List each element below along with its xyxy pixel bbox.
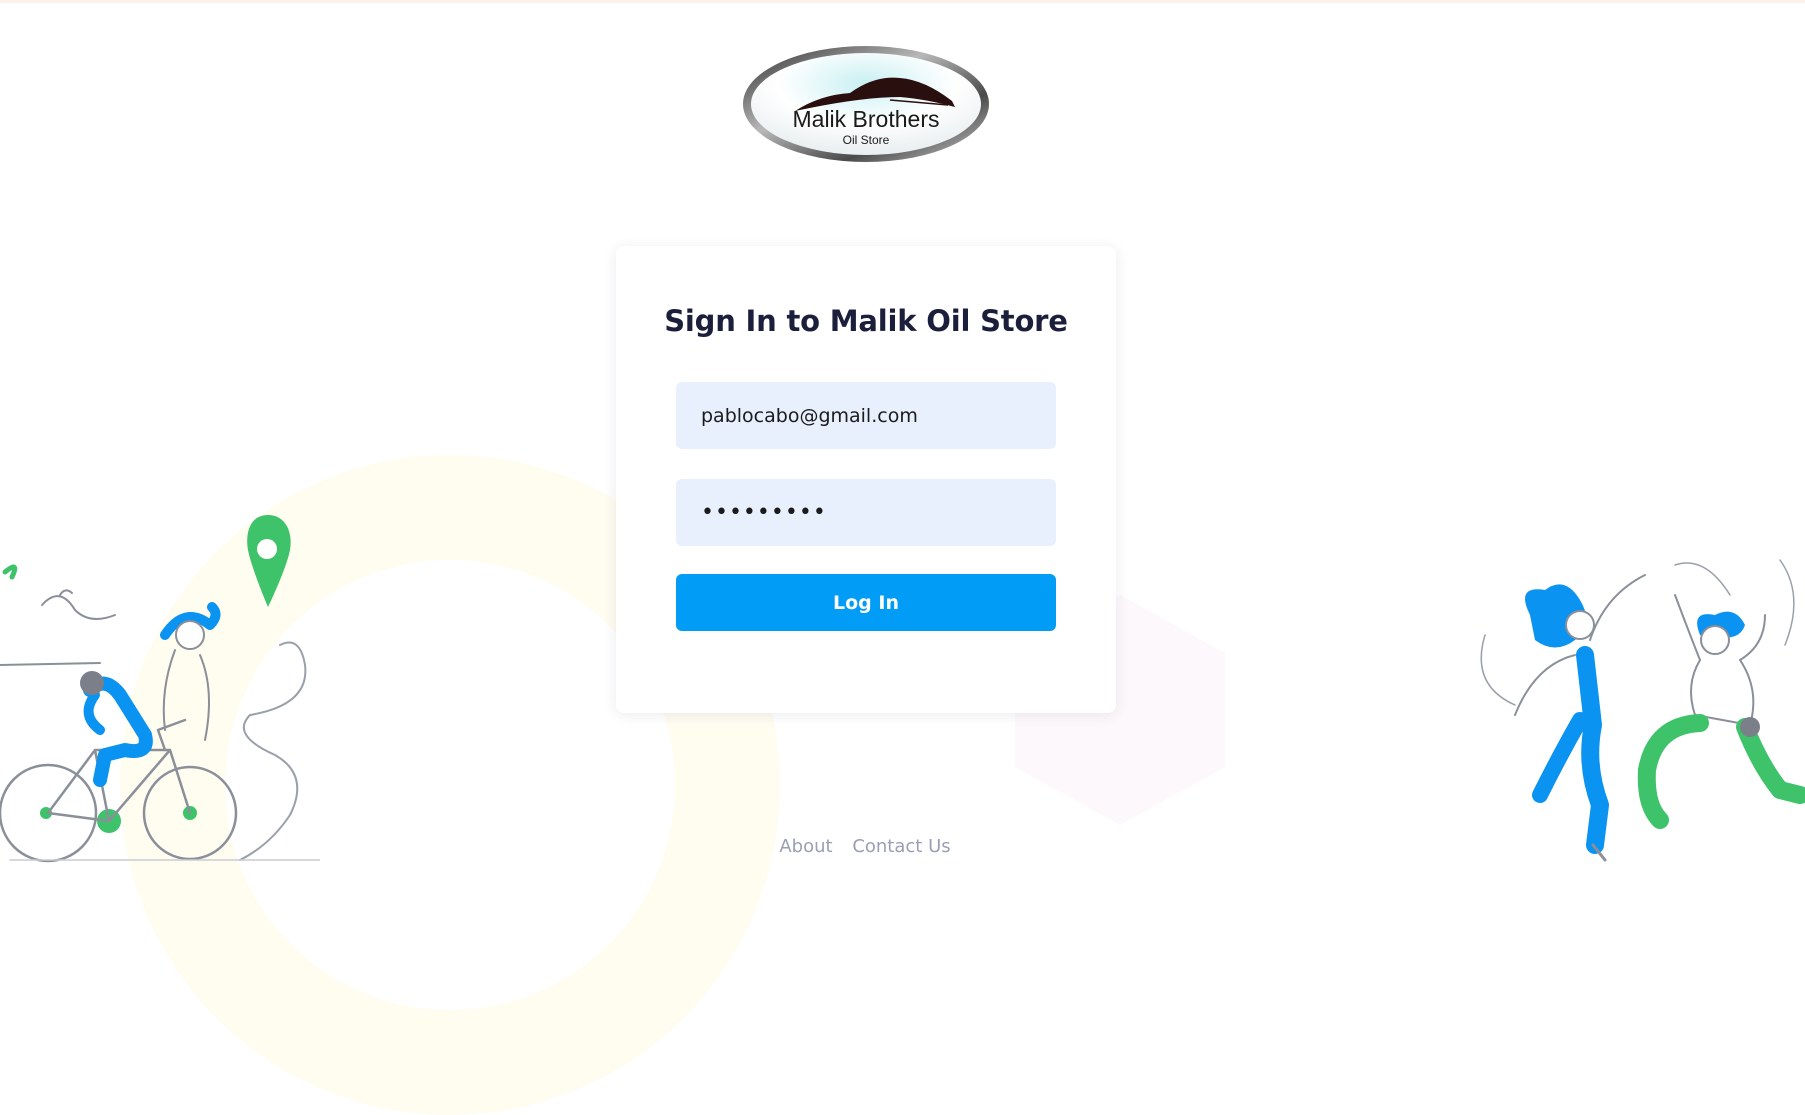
log-in-button[interactable]: Log In [676, 574, 1056, 631]
logo-brand-name: Malik Brothers [793, 106, 940, 132]
sign-in-title: Sign In to Malik Oil Store [664, 304, 1068, 338]
sign-in-card: Sign In to Malik Oil Store Log In [616, 246, 1116, 713]
footer-links: About Contact Us [0, 836, 1730, 857]
location-pin-icon [247, 515, 291, 607]
celebrating-people-illustration [1480, 559, 1805, 862]
top-border-strip [0, 0, 1805, 3]
about-link[interactable]: About [779, 836, 832, 857]
email-field[interactable] [676, 382, 1056, 449]
cyclists-illustration [0, 515, 320, 863]
logo-tagline: Oil Store [843, 133, 890, 147]
contact-us-link[interactable]: Contact Us [852, 836, 950, 857]
password-field[interactable] [676, 479, 1056, 546]
malik-brothers-logo: Malik Brothers Oil Store [743, 46, 989, 162]
